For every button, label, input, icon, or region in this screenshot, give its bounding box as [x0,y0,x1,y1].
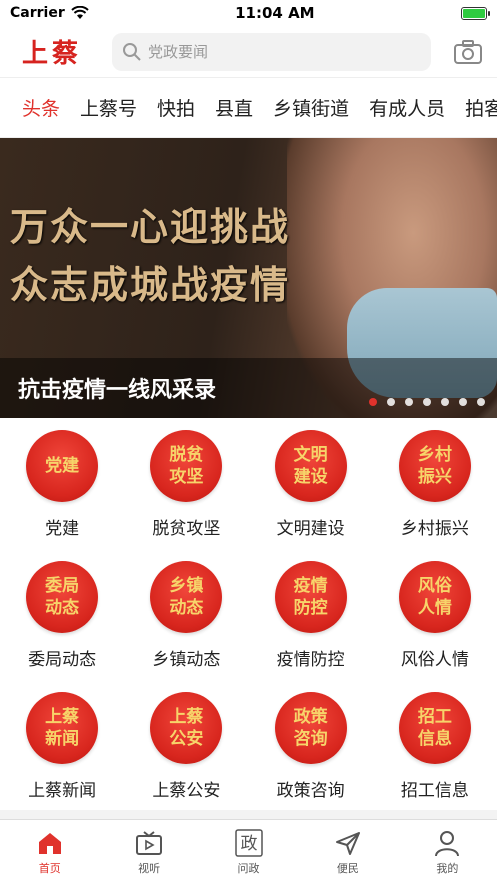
grid-label: 政策咨询 [276,781,345,801]
carousel-dot[interactable] [441,398,449,406]
carousel-dot[interactable] [387,398,395,406]
camera-icon [454,39,482,64]
banner-slogan: 万众一心迎挑战 众志成城战疫情 [10,198,290,314]
carousel-dot[interactable] [369,398,377,406]
zheng-icon: 政 [234,828,264,858]
status-bar: Carrier 11:04 AM [0,0,497,26]
grid-badge-icon: 文明 建设 [274,430,347,502]
grid-label: 招工信息 [400,781,469,801]
wifi-icon [71,6,89,19]
grid-item[interactable]: 文明 建设 文明建设 [249,430,373,561]
carousel-dot[interactable] [459,398,467,406]
tab-4[interactable]: 乡镇街道 [263,94,359,121]
carousel-dot[interactable] [405,398,413,406]
battery-icon [461,6,490,20]
tabbar-item-1[interactable]: 视听 [99,820,198,883]
tab-5[interactable]: 有成人员 [359,94,455,121]
search-icon [123,42,141,61]
tab-1[interactable]: 上蔡号 [70,94,147,121]
tabbar-item-3[interactable]: 便民 [298,820,397,883]
carousel-dot[interactable] [477,398,485,406]
grid-label: 乡镇动态 [152,650,221,670]
tab-3[interactable]: 县直 [205,94,263,121]
tabbar-item-2[interactable]: 政问政 [199,820,298,883]
banner-slogan-line1: 万众一心迎挑战 [10,204,291,249]
grid-label: 上蔡新闻 [28,781,97,801]
camera-button[interactable] [451,37,485,67]
app-header: 上蔡 党政要闻 [0,26,497,78]
tab-2[interactable]: 快拍 [147,94,205,121]
status-time: 11:04 AM [235,4,315,22]
grid-item[interactable]: 委局 动态 委局动态 [0,561,124,692]
carousel-dot[interactable] [423,398,431,406]
feature-grid: 党建 党建 脱贫 攻坚 脱贫攻坚 文明 建设 文明建设 乡村 振兴 乡村振兴 委局 动态 委局动态… [0,418,497,823]
user-icon [432,828,462,858]
carousel-dots [369,398,485,406]
grid-item[interactable]: 上蔡 新闻 上蔡新闻 [0,692,124,823]
banner-carousel[interactable]: 万众一心迎挑战 众志成城战疫情 抗击疫情一线风采录 [0,138,497,418]
grid-item[interactable]: 疫情 防控 疫情防控 [249,561,373,692]
tab-0[interactable]: 头条 [12,94,70,121]
grid-label: 党建 [45,519,80,539]
grid-badge-icon: 上蔡 新闻 [26,692,99,764]
bottom-tab-bar: 首页 视听政问政 便民 我的 [0,810,497,883]
grid-label: 乡村振兴 [400,519,469,539]
grid-label: 风俗人情 [400,650,469,670]
tab-6[interactable]: 拍客 [455,94,497,121]
grid-badge-icon: 疫情 防控 [274,561,347,633]
grid-item[interactable]: 招工 信息 招工信息 [373,692,497,823]
app-logo[interactable]: 上蔡 [22,33,92,70]
grid-badge-icon: 委局 动态 [26,561,99,633]
grid-item[interactable]: 脱贫 攻坚 脱贫攻坚 [124,430,248,561]
grid-label: 疫情防控 [276,650,345,670]
banner-slogan-line2: 众志成城战疫情 [10,262,291,307]
grid-badge-icon: 上蔡 公安 [150,692,223,764]
carrier-label: Carrier [10,5,65,21]
banner-caption: 抗击疫情一线风采录 [18,378,217,403]
search-placeholder: 党政要闻 [148,43,209,61]
grid-label: 脱贫攻坚 [152,519,221,539]
tabbar-item-0[interactable]: 首页 [0,820,99,883]
grid-label: 上蔡公安 [152,781,221,801]
send-icon [333,828,363,858]
tabbar-label: 我的 [436,861,459,875]
grid-badge-icon: 乡镇 动态 [150,561,223,633]
status-left: Carrier [10,5,89,21]
grid-item[interactable]: 上蔡 公安 上蔡公安 [124,692,248,823]
search-bar[interactable]: 党政要闻 [112,32,431,71]
grid-badge-icon: 政策 咨询 [274,692,347,764]
grid-item[interactable]: 乡镇 动态 乡镇动态 [124,561,248,692]
tabbar-label: 问政 [237,861,260,875]
home-icon [35,828,65,858]
grid-badge-icon: 党建 [26,430,99,502]
tabbar-label: 便民 [336,861,359,875]
grid-item[interactable]: 政策 咨询 政策咨询 [249,692,373,823]
grid-label: 文明建设 [276,519,345,539]
grid-item[interactable]: 风俗 人情 风俗人情 [373,561,497,692]
tabbar-item-4[interactable]: 我的 [398,820,497,883]
grid-badge-icon: 风俗 人情 [398,561,471,633]
tabbar-label: 首页 [38,861,61,875]
grid-badge-icon: 乡村 振兴 [398,430,471,502]
grid-item[interactable]: 乡村 振兴 乡村振兴 [373,430,497,561]
grid-item[interactable]: 党建 党建 [0,430,124,561]
grid-badge-icon: 招工 信息 [398,692,471,764]
svg-text:政: 政 [240,834,257,854]
tabbar-label: 视听 [138,861,161,875]
tv-icon [134,828,164,858]
grid-badge-icon: 脱贫 攻坚 [150,430,223,502]
category-tabs: 头条上蔡号快拍县直乡镇街道有成人员拍客 [0,78,497,138]
grid-label: 委局动态 [28,650,97,670]
